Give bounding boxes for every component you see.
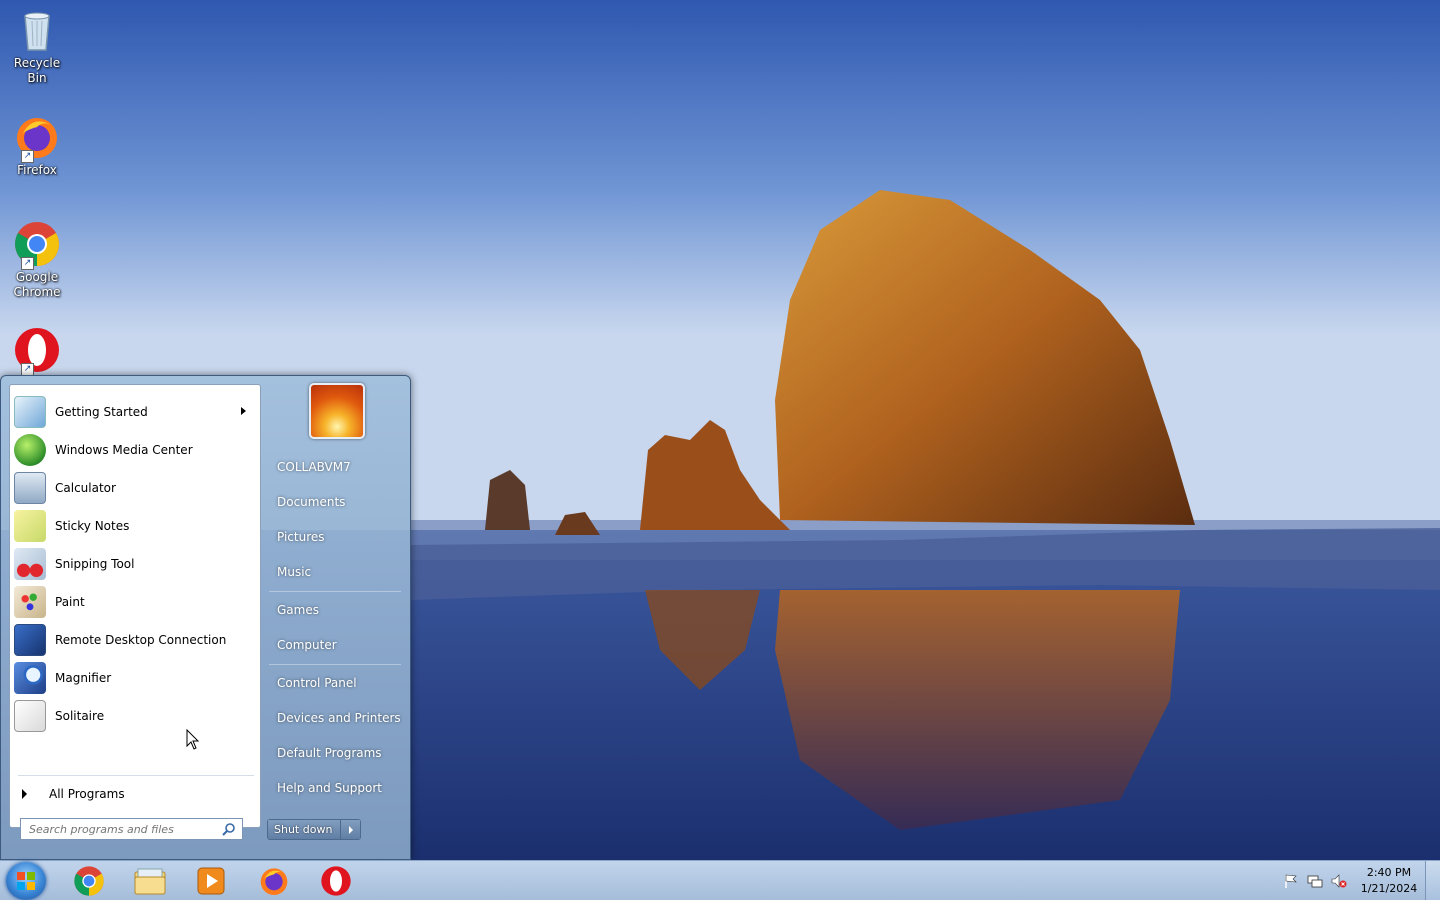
start-menu: Getting Started Windows Media Center Cal… (0, 375, 411, 860)
start-menu-programs-pane: Getting Started Windows Media Center Cal… (9, 384, 261, 828)
program-getting-started[interactable]: Getting Started (12, 394, 258, 430)
taskbar-media-player[interactable] (183, 863, 239, 899)
recycle-bin-icon (13, 6, 61, 54)
program-label: Paint (55, 595, 85, 609)
clock-time: 2:40 PM (1366, 866, 1412, 879)
program-remote-desktop-connection[interactable]: Remote Desktop Connection (12, 622, 258, 658)
right-pane-devices-and-printers[interactable]: Devices and Printers (277, 711, 401, 725)
desktop-icon-label: Firefox (17, 163, 57, 177)
shortcut-arrow-icon: ↗ (21, 257, 34, 270)
program-label: Sticky Notes (55, 519, 130, 533)
separator (18, 775, 254, 776)
firefox-icon (260, 868, 288, 895)
right-pane-default-programs[interactable]: Default Programs (277, 746, 382, 760)
search-input[interactable] (29, 822, 209, 836)
program-snipping-tool[interactable]: Snipping Tool (12, 546, 258, 582)
program-label: Solitaire (55, 709, 105, 723)
taskbar-firefox[interactable] (246, 863, 302, 899)
separator (269, 664, 401, 665)
arrow-right-icon (22, 789, 27, 799)
right-pane-pictures[interactable]: Pictures (277, 530, 325, 544)
right-pane-user[interactable]: COLLABVM7 (277, 460, 351, 474)
desktop-icon-recycle-bin[interactable]: Recycle Bin (4, 6, 70, 86)
taskbar-explorer[interactable] (122, 863, 178, 899)
desktop-icon-label: Recycle Bin (13, 56, 61, 85)
program-label: Windows Media Center (55, 443, 193, 457)
shutdown-button-group: Shut down (267, 819, 361, 840)
right-pane-music[interactable]: Music (277, 565, 311, 579)
sticky-notes-icon (14, 510, 46, 542)
windows-logo-icon (17, 872, 35, 890)
chevron-right-icon (348, 825, 353, 834)
media-player-icon (197, 867, 225, 895)
taskbar: 2:40 PM 1/21/2024 (0, 860, 1440, 900)
system-clock[interactable]: 2:40 PM 1/21/2024 (1355, 865, 1423, 897)
start-search-box[interactable] (20, 818, 243, 840)
opera-icon: ↗ (13, 326, 61, 376)
mouse-cursor-icon (186, 728, 200, 754)
calculator-icon (14, 472, 46, 504)
shutdown-options-button[interactable] (340, 820, 360, 839)
program-label: Snipping Tool (55, 557, 135, 571)
shutdown-button[interactable]: Shut down (268, 820, 341, 839)
desktop-icon-google-chrome[interactable]: ↗ Google Chrome (4, 220, 70, 300)
taskbar-chrome[interactable] (61, 863, 117, 899)
program-magnifier[interactable]: Magnifier (12, 660, 258, 696)
program-calculator[interactable]: Calculator (12, 470, 258, 506)
taskbar-opera[interactable] (308, 863, 364, 899)
start-button[interactable] (6, 862, 46, 900)
program-label: Magnifier (55, 671, 112, 685)
media-center-icon (14, 434, 46, 466)
program-windows-media-center[interactable]: Windows Media Center (12, 432, 258, 468)
right-pane-help-and-support[interactable]: Help and Support (277, 781, 382, 795)
magnifier-icon (14, 662, 46, 694)
right-pane-games[interactable]: Games (277, 603, 319, 617)
right-pane-computer[interactable]: Computer (277, 638, 337, 652)
submenu-arrow-icon[interactable] (241, 407, 246, 415)
solitaire-icon (14, 700, 46, 732)
firefox-icon: ↗ (13, 113, 61, 163)
desktop-icon-label: Google Chrome (13, 270, 61, 299)
all-programs-label: All Programs (49, 787, 125, 801)
snipping-tool-icon (14, 548, 46, 580)
program-label: Calculator (55, 481, 116, 495)
desktop-icon-firefox[interactable]: ↗ Firefox (4, 113, 70, 178)
right-pane-control-panel[interactable]: Control Panel (277, 676, 357, 690)
separator (269, 591, 401, 592)
network-icon[interactable] (1307, 874, 1323, 888)
right-pane-documents[interactable]: Documents (277, 495, 345, 509)
opera-icon (321, 866, 351, 896)
program-sticky-notes[interactable]: Sticky Notes (12, 508, 258, 544)
show-desktop-button[interactable] (1425, 861, 1440, 900)
program-label: Getting Started (55, 405, 148, 419)
user-picture[interactable] (309, 383, 365, 439)
explorer-icon (134, 868, 166, 895)
search-icon[interactable] (222, 822, 236, 839)
paint-icon (14, 586, 46, 618)
desktop-icon-opera[interactable]: ↗ (4, 326, 70, 376)
program-solitaire[interactable]: Solitaire (12, 698, 258, 734)
volume-muted-icon[interactable] (1331, 874, 1347, 888)
program-paint[interactable]: Paint (12, 584, 258, 620)
chrome-icon (74, 866, 104, 896)
program-label: Remote Desktop Connection (55, 633, 227, 647)
chrome-icon: ↗ (13, 220, 61, 270)
flag-icon[interactable] (1283, 874, 1299, 888)
shortcut-arrow-icon: ↗ (21, 150, 34, 163)
clock-date: 1/21/2024 (1360, 882, 1418, 895)
remote-desktop-icon (14, 624, 46, 656)
getting-started-icon (14, 396, 46, 428)
all-programs-button[interactable]: All Programs (18, 783, 254, 805)
